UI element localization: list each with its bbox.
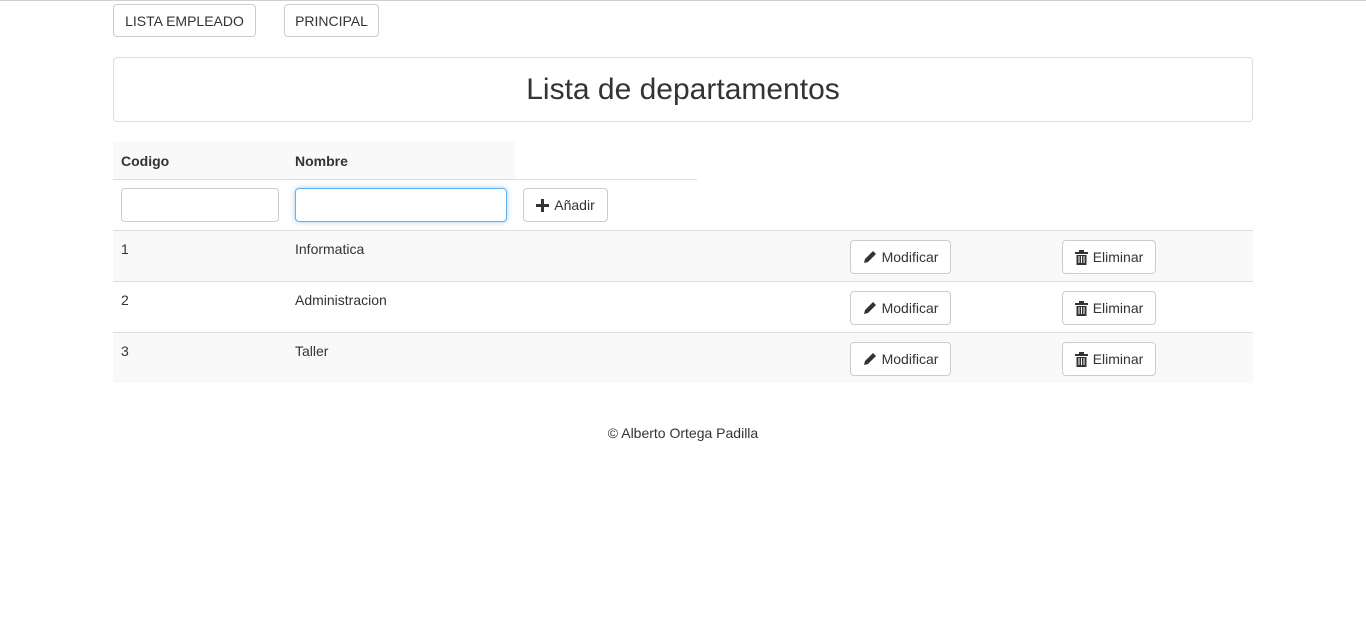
- modify-label: Modificar: [881, 351, 939, 367]
- modify-button[interactable]: Modificar: [850, 240, 951, 274]
- pencil-icon: [863, 301, 877, 315]
- codigo-input[interactable]: [121, 188, 279, 222]
- footer-copyright: © Alberto Ortega Padilla: [607, 425, 759, 441]
- delete-label: Eliminar: [1092, 300, 1144, 316]
- delete-button[interactable]: Eliminar: [1062, 240, 1156, 274]
- row-nombre: Informatica: [295, 241, 365, 257]
- pencil-icon: [863, 352, 877, 366]
- table-row: 3 Taller Modificar Eliminar: [113, 332, 1253, 383]
- lista-empleado-label: LISTA EMPLEADO: [125, 12, 244, 29]
- add-label: Añadir: [554, 197, 595, 213]
- delete-label: Eliminar: [1092, 351, 1144, 367]
- plus-icon: [536, 198, 550, 212]
- modify-label: Modificar: [881, 249, 939, 265]
- top-border: [0, 0, 1366, 3]
- column-header-codigo: Codigo: [121, 153, 170, 169]
- row-nombre: Administracion: [295, 292, 387, 308]
- page-title: Lista de departamentos: [526, 72, 840, 106]
- page-header-panel: Lista de departamentos: [113, 57, 1253, 122]
- row-codigo: 1: [121, 241, 129, 257]
- row-codigo: 3: [121, 343, 129, 359]
- table-header-divider: [113, 179, 697, 180]
- table-row: 2 Administracion Modificar Eliminar: [113, 281, 1253, 332]
- principal-button[interactable]: PRINCIPAL: [284, 4, 379, 37]
- column-header-nombre: Nombre: [295, 153, 348, 169]
- delete-label: Eliminar: [1092, 249, 1144, 265]
- trash-icon: [1074, 351, 1088, 367]
- trash-icon: [1074, 300, 1088, 316]
- row-codigo: 2: [121, 292, 129, 308]
- trash-icon: [1074, 249, 1088, 265]
- modify-button[interactable]: Modificar: [850, 291, 951, 325]
- pencil-icon: [863, 250, 877, 264]
- modify-button[interactable]: Modificar: [850, 342, 951, 376]
- add-button[interactable]: Añadir: [523, 188, 608, 222]
- modify-label: Modificar: [881, 300, 939, 316]
- delete-button[interactable]: Eliminar: [1062, 342, 1156, 376]
- nombre-input[interactable]: [295, 188, 507, 222]
- lista-empleado-button[interactable]: LISTA EMPLEADO: [113, 4, 256, 37]
- row-nombre: Taller: [295, 343, 329, 359]
- table-row: 1 Informatica Modificar Eliminar: [113, 230, 1253, 281]
- principal-label: PRINCIPAL: [295, 12, 368, 29]
- delete-button[interactable]: Eliminar: [1062, 291, 1156, 325]
